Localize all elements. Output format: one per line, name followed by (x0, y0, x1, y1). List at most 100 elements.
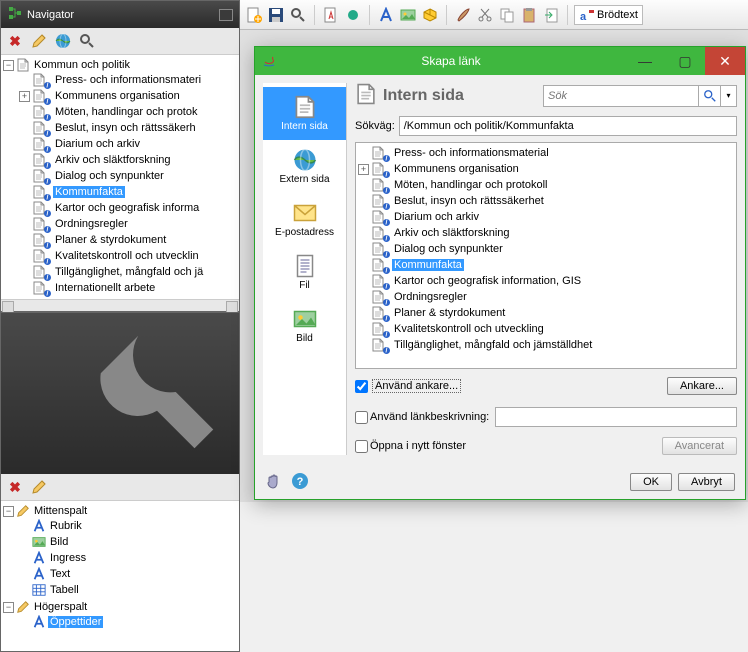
tree-node[interactable]: Planer & styrdokument (392, 307, 507, 319)
navigator-title-bar: Navigator (1, 1, 239, 28)
page-icon (16, 58, 30, 72)
content-tree[interactable]: − Mittenspalt Rubrik Bild Ingress Text Tabell −… (1, 501, 239, 651)
anchor-button[interactable]: Ankare... (667, 377, 737, 395)
close-button[interactable]: ✕ (705, 47, 745, 75)
help-icon[interactable] (291, 472, 309, 493)
navigator-title: Navigator (27, 9, 74, 21)
search-input[interactable] (543, 85, 699, 107)
link-type-intern-sida[interactable]: Intern sida (263, 87, 346, 140)
info-icon (44, 96, 51, 103)
use-linkdesc-checkbox[interactable]: Använd länkbeskrivning: (355, 411, 489, 424)
tree-node[interactable]: Internationellt arbete (53, 282, 157, 294)
tree-node[interactable]: Arkiv och släktforskning (53, 154, 173, 166)
tree-node[interactable]: Kartor och geografisk information, GIS (392, 275, 583, 287)
linkdesc-input[interactable] (495, 407, 737, 427)
paste-icon[interactable] (519, 5, 539, 25)
minimize-button[interactable]: — (625, 47, 665, 75)
info-icon (383, 185, 390, 192)
search-icon[interactable] (77, 31, 97, 51)
link-type-icon (291, 254, 319, 278)
tree-node[interactable]: Kvalitetskontroll och utveckling (392, 323, 546, 335)
info-icon (44, 144, 51, 151)
globe-icon[interactable] (53, 31, 73, 51)
tree-node[interactable]: Ordningsregler (53, 218, 130, 230)
tree-node[interactable]: Press- och informationsmaterial (392, 147, 551, 159)
collapse-icon[interactable]: − (3, 602, 14, 613)
content-item[interactable]: Bild (48, 536, 70, 548)
section-node[interactable]: Högerspalt (32, 601, 89, 613)
brush-icon[interactable] (453, 5, 473, 25)
publish-icon[interactable] (343, 5, 363, 25)
collapse-icon[interactable]: − (3, 506, 14, 517)
import-icon[interactable] (541, 5, 561, 25)
tree-node[interactable]: Diarium och arkiv (392, 211, 481, 223)
tree-node[interactable]: Möten, handlingar och protok (53, 106, 199, 118)
expand-icon[interactable]: + (358, 164, 369, 175)
tree-node[interactable]: Möten, handlingar och protokoll (392, 179, 549, 191)
advanced-button[interactable]: Avancerat (662, 437, 737, 455)
tree-node[interactable]: Kvalitetskontroll och utvecklin (53, 250, 201, 262)
tree-node[interactable]: Planer & styrdokument (53, 234, 168, 246)
save-icon[interactable] (266, 5, 286, 25)
font-icon[interactable] (376, 5, 396, 25)
content-item[interactable]: Tabell (48, 584, 81, 596)
open-new-checkbox[interactable]: Öppna i nytt fönster (355, 440, 466, 453)
module-icon[interactable] (420, 5, 440, 25)
delete-icon[interactable]: ✖ (5, 477, 25, 497)
dialog-title-bar[interactable]: Skapa länk — ▢ ✕ (255, 47, 745, 75)
search-dropdown[interactable]: ▾ (721, 85, 737, 107)
tree-node[interactable]: Beslut, insyn och rättssäkerh (53, 122, 198, 134)
link-type-bild[interactable]: Bild (263, 299, 346, 352)
link-type-extern-sida[interactable]: Extern sida (263, 140, 346, 193)
page-tree[interactable]: Press- och informationsmaterial + Kommunen… (355, 142, 737, 369)
collapse-icon[interactable]: − (3, 60, 14, 71)
content-item[interactable]: Text (48, 568, 72, 580)
edit-icon[interactable] (29, 477, 49, 497)
section-node[interactable]: Mittenspalt (32, 505, 89, 517)
link-type-fil[interactable]: Fil (263, 246, 346, 299)
link-type-label: Extern sida (279, 174, 329, 185)
navigator-tree[interactable]: − Kommun och politik Press- och informat… (1, 55, 239, 299)
ok-button[interactable]: OK (630, 473, 672, 491)
tree-node[interactable]: Kommunfakta (53, 186, 125, 198)
navigator-toolbar: ✖ (1, 28, 239, 55)
content-item[interactable]: Ingress (48, 552, 88, 564)
tree-node[interactable]: Ordningsregler (392, 291, 469, 303)
panel-menu-icon[interactable] (219, 9, 233, 21)
tree-node[interactable]: Kartor och geografisk informa (53, 202, 201, 214)
content-item[interactable]: Öppettider (48, 616, 103, 628)
tree-node[interactable]: Kommunfakta (392, 259, 464, 271)
new-page-icon[interactable] (244, 5, 264, 25)
copy-icon[interactable] (497, 5, 517, 25)
cut-icon[interactable] (475, 5, 495, 25)
tree-node[interactable]: Dialog och synpunkter (53, 170, 166, 182)
tree-node[interactable]: Dialog och synpunkter (392, 243, 505, 255)
tree-node[interactable]: Tillgänglighet, mångfald och jämställdhe… (392, 339, 594, 351)
maximize-button[interactable]: ▢ (665, 47, 705, 75)
tree-node[interactable]: Press- och informationsmateri (53, 74, 203, 86)
tree-root[interactable]: Kommun och politik (32, 59, 132, 71)
style-selector[interactable]: Brödtext (574, 5, 643, 25)
horizontal-scrollbar[interactable] (1, 299, 239, 311)
tree-node[interactable]: Kommunens organisation (53, 90, 182, 102)
use-anchor-checkbox[interactable]: Använd ankare... (355, 379, 461, 393)
tree-node[interactable]: Diarium och arkiv (53, 138, 142, 150)
page-icon (355, 83, 377, 108)
tree-node[interactable]: Kommunens organisation (392, 163, 521, 175)
tree-node[interactable]: Arkiv och släktforskning (392, 227, 512, 239)
link-type-e-postadress[interactable]: E-postadress (263, 193, 346, 246)
edit-icon[interactable] (29, 31, 49, 51)
tree-node[interactable]: Beslut, insyn och rättssäkerhet (392, 195, 546, 207)
find-icon[interactable] (288, 5, 308, 25)
image-icon[interactable] (398, 5, 418, 25)
search-button[interactable] (699, 85, 721, 107)
accessibility-icon[interactable] (265, 472, 283, 493)
tree-node[interactable]: Tillgänglighet, mångfald och jä (53, 266, 205, 278)
delete-icon[interactable]: ✖ (5, 31, 25, 51)
expand-icon[interactable]: + (19, 91, 30, 102)
link-type-label: Fil (299, 280, 310, 291)
cancel-button[interactable]: Avbryt (678, 473, 735, 491)
page-a-icon[interactable] (321, 5, 341, 25)
info-icon (44, 208, 51, 215)
content-item[interactable]: Rubrik (48, 520, 84, 532)
